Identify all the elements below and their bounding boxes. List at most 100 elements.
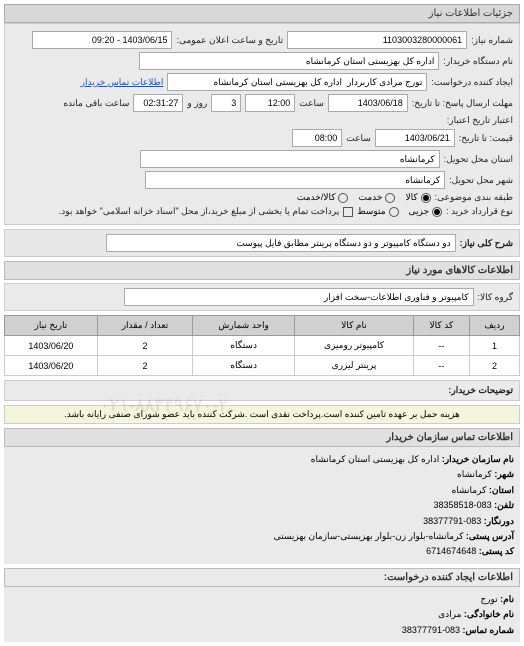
r-phone-label: شماره تماس: bbox=[463, 625, 514, 635]
radio-icon bbox=[385, 193, 395, 203]
c-address-label: آدرس پستی: bbox=[466, 531, 514, 541]
contract-partial-text: جزیی bbox=[409, 206, 430, 217]
radio-checked-icon bbox=[421, 193, 431, 203]
deadline-label: مهلت ارسال پاسخ: تا تاریخ: bbox=[412, 98, 513, 109]
province-input[interactable] bbox=[140, 150, 440, 168]
c-province-label: شهر: bbox=[494, 469, 514, 479]
c-phone-label: تلفن: bbox=[494, 500, 514, 510]
c-province: کرمانشاه bbox=[457, 469, 492, 479]
need-number-input[interactable] bbox=[287, 31, 467, 49]
table-cell: 1403/06/20 bbox=[5, 336, 98, 356]
requester-input[interactable] bbox=[167, 73, 427, 91]
deadline-time-input[interactable] bbox=[245, 94, 295, 112]
r-family: مرادی bbox=[438, 609, 461, 619]
requester-section-title: اطلاعات ایجاد کننده درخواست: bbox=[4, 568, 520, 587]
topic-goods-radio[interactable]: کالا bbox=[405, 192, 430, 203]
section-details-title: جزئیات اطلاعات نیاز bbox=[4, 4, 520, 23]
need-number-label: شماره نیاز: bbox=[471, 35, 513, 46]
table-cell: 2 bbox=[469, 356, 519, 376]
table-cell: پرینتر لیزری bbox=[295, 356, 414, 376]
requester-info: نام: تورج نام خانوادگی: مرادی شماره تماس… bbox=[4, 587, 520, 642]
contract-medium-radio[interactable]: متوسط bbox=[357, 206, 398, 217]
valid-time-input[interactable] bbox=[292, 129, 342, 147]
city-label: شهر محل تحویل: bbox=[449, 175, 513, 186]
public-date-label: تاریخ و ساعت اعلان عمومی: bbox=[176, 35, 283, 46]
table-cell: 1 bbox=[469, 336, 519, 356]
table-cell: دستگاه bbox=[193, 356, 295, 376]
items-table: ردیف کد کالا نام کالا واحد شمارش تعداد /… bbox=[4, 315, 520, 376]
topic-radio-group: کالا خدمت کالا/خدمت bbox=[297, 192, 431, 203]
r-name-label: نام: bbox=[500, 594, 514, 604]
c-phone: 083-38358518 bbox=[434, 500, 492, 510]
topic-goods-text: کالا bbox=[405, 192, 417, 203]
remaining-input[interactable] bbox=[133, 94, 183, 112]
topic-service-radio[interactable]: خدمت bbox=[358, 192, 395, 203]
group-label: گروه کالا: bbox=[478, 292, 513, 303]
buyer-notes-label: توضیحات خریدار: bbox=[448, 385, 513, 396]
deadline-date-input[interactable] bbox=[328, 94, 408, 112]
c-org: اداره کل بهزیستی استان کرمانشاه bbox=[311, 454, 439, 464]
topic-mixed-radio[interactable]: کالا/خدمت bbox=[297, 192, 349, 203]
radio-icon bbox=[389, 207, 399, 217]
c-fax: 083-38377791 bbox=[423, 516, 481, 526]
items-section-title: اطلاعات کالاهای مورد نیاز bbox=[4, 261, 520, 280]
table-cell: -- bbox=[413, 356, 469, 376]
contact-info: نام سازمان خریدار: اداره کل بهزیستی استا… bbox=[4, 447, 520, 564]
buyer-notes: هزینه حمل بر عهده تامین کننده است.پرداخت… bbox=[4, 405, 520, 424]
table-row: 1--کامپیوتر رومیزیدستگاه21403/06/20 bbox=[5, 336, 520, 356]
contract-partial-radio[interactable]: جزیی bbox=[409, 206, 443, 217]
radio-icon bbox=[338, 193, 348, 203]
th-code: کد کالا bbox=[413, 316, 469, 336]
radio-checked-icon bbox=[432, 207, 442, 217]
contract-type-label: نوع قرارداد خرید : bbox=[446, 206, 513, 217]
time-label-2: ساعت bbox=[346, 133, 371, 144]
topic-mixed-text: کالا/خدمت bbox=[297, 192, 336, 203]
summary-label: شرح کلی نیاز: bbox=[460, 238, 513, 249]
th-date: تاریخ نیاز bbox=[5, 316, 98, 336]
th-name: نام کالا bbox=[295, 316, 414, 336]
topic-type-label: طبقه بندی موضوعی: bbox=[435, 192, 513, 203]
contract-note: پرداخت تمام یا بخشی از مبلغ خرید،از محل … bbox=[59, 206, 339, 217]
table-cell: کامپیوتر رومیزی bbox=[295, 336, 414, 356]
topic-service-text: خدمت bbox=[358, 192, 382, 203]
treasury-checkbox[interactable] bbox=[343, 207, 353, 217]
table-cell: 2 bbox=[97, 356, 192, 376]
group-input[interactable] bbox=[124, 288, 474, 306]
c-org-label: نام سازمان خریدار: bbox=[442, 454, 514, 464]
form-area: شماره نیاز: تاریخ و ساعت اعلان عمومی: نا… bbox=[4, 23, 520, 225]
table-cell: 2 bbox=[97, 336, 192, 356]
remaining-label: ساعت باقی مانده bbox=[63, 98, 129, 109]
public-date-input[interactable] bbox=[32, 31, 172, 49]
table-cell: -- bbox=[413, 336, 469, 356]
r-name: تورج bbox=[480, 594, 497, 604]
days-label: روز و bbox=[187, 98, 207, 109]
table-row: 2--پرینتر لیزریدستگاه21403/06/20 bbox=[5, 356, 520, 376]
contract-medium-text: متوسط bbox=[357, 206, 385, 217]
days-input[interactable] bbox=[211, 94, 241, 112]
c-postal-label: کد پستی: bbox=[479, 546, 514, 556]
valid-label: اعتبار تاریخ اعتبار: bbox=[447, 115, 513, 126]
summary-input[interactable] bbox=[106, 234, 456, 252]
r-phone: 083-38377791 bbox=[402, 625, 460, 635]
c-postal: 6714674648 bbox=[426, 546, 476, 556]
contact-section-title: اطلاعات تماس سازمان خریدار bbox=[4, 428, 520, 447]
requester-label: ایجاد کننده درخواست: bbox=[431, 77, 513, 88]
th-unit: واحد شمارش bbox=[193, 316, 295, 336]
buyer-org-label: نام دستگاه خریدار: bbox=[443, 56, 513, 67]
time-label-1: ساعت bbox=[299, 98, 324, 109]
valid2-label: قیمت: تا تاریخ: bbox=[459, 133, 513, 144]
city-input[interactable] bbox=[145, 171, 445, 189]
contact-link[interactable]: اطلاعات تماس خریدار bbox=[81, 77, 164, 88]
r-family-label: نام خانوادگی: bbox=[464, 609, 514, 619]
table-cell: 1403/06/20 bbox=[5, 356, 98, 376]
province-label: استان محل تحویل: bbox=[444, 154, 513, 165]
c-address: کرمانشاه-بلوار زن-بلوار بهزیستی-سازمان ب… bbox=[274, 531, 464, 541]
valid-date-input[interactable] bbox=[375, 129, 455, 147]
c-city-label: استان: bbox=[489, 485, 514, 495]
contract-radio-group: جزیی متوسط bbox=[357, 206, 442, 217]
c-fax-label: دورنگار: bbox=[484, 516, 514, 526]
th-qty: تعداد / مقدار bbox=[97, 316, 192, 336]
c-city: کرمانشاه bbox=[452, 485, 487, 495]
th-row: ردیف bbox=[469, 316, 519, 336]
buyer-org-input[interactable] bbox=[139, 52, 439, 70]
